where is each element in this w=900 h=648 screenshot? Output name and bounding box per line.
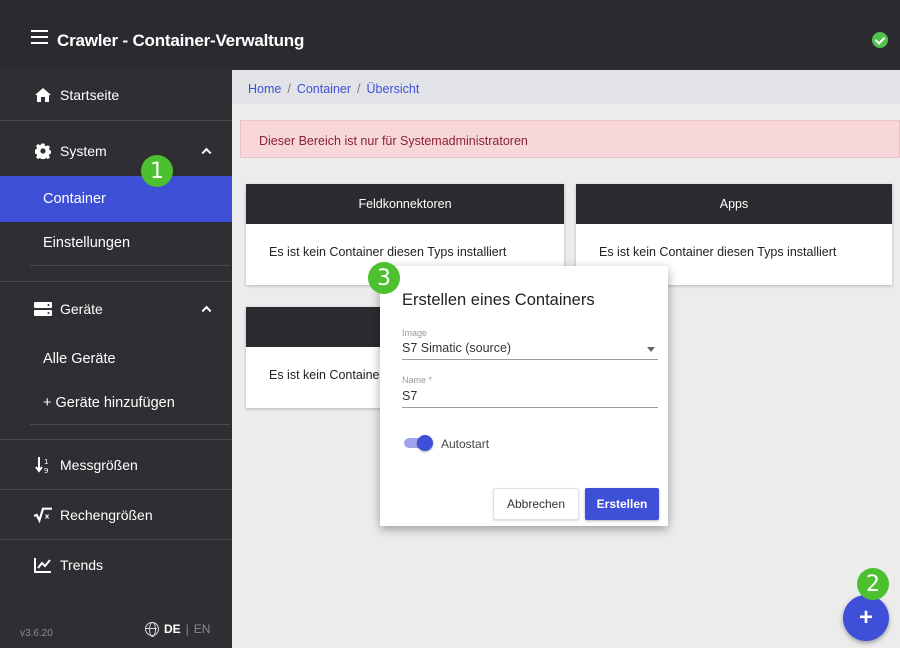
server-icon (34, 300, 52, 318)
square-root-icon: x (34, 506, 52, 524)
autostart-label: Autostart (441, 437, 490, 451)
card-title: Apps (576, 184, 892, 224)
sidebar-item-alle-geraete[interactable]: Alle Geräte (0, 338, 232, 380)
dialog-title: Erstellen eines Containers (402, 291, 595, 309)
card-body: Es ist kein Container diesen Typs instal… (599, 245, 837, 259)
lang-separator: | (185, 622, 189, 636)
image-field-underline (402, 359, 658, 360)
sidebar-item-label: Startseite (60, 87, 120, 103)
sidebar-item-label: Container (43, 191, 106, 207)
sidebar-item-trends[interactable]: Trends (0, 540, 232, 590)
annotation-marker-2: 2 (857, 568, 889, 600)
sidebar-item-label: Geräte (60, 301, 103, 317)
admin-alert: Dieser Bereich ist nur für Systemadminis… (240, 120, 900, 158)
name-input[interactable]: S7 (402, 389, 417, 403)
svg-text:9: 9 (44, 467, 48, 474)
sidebar-divider (30, 424, 230, 425)
gear-icon (34, 142, 52, 160)
chevron-up-icon[interactable] (201, 147, 212, 158)
app-bar: Crawler - Container-Verwaltung (0, 0, 900, 70)
chart-line-icon (34, 556, 52, 574)
svg-text:1: 1 (44, 458, 48, 466)
sidebar-item-container[interactable]: Container (0, 176, 232, 222)
sidebar-item-startseite[interactable]: Startseite (0, 70, 232, 120)
breadcrumb: Home / Container / Übersicht (232, 70, 900, 104)
sort-numeric-icon: 19 (34, 456, 52, 474)
cancel-button[interactable]: Abbrechen (493, 488, 579, 520)
sidebar-item-geraete[interactable]: Geräte (0, 283, 232, 335)
create-container-dialog: Erstellen eines Containers Image S7 Sima… (380, 266, 668, 526)
breadcrumb-current[interactable]: Übersicht (367, 82, 420, 96)
sidebar-divider (0, 120, 232, 121)
name-field-label: Name * (402, 375, 433, 385)
annotation-marker-3: 3 (368, 262, 400, 294)
breadcrumb-separator: / (287, 82, 291, 96)
sidebar-divider (30, 265, 230, 266)
breadcrumb-container[interactable]: Container (297, 82, 351, 96)
annotation-marker-1: 1 (141, 155, 173, 187)
create-button[interactable]: Erstellen (585, 488, 659, 520)
check-circle-icon (872, 32, 888, 48)
sidebar-item-label: Rechengrößen (60, 506, 153, 523)
sidebar-item-label: + Geräte hinzufügen (43, 395, 175, 411)
card-body: Es ist kein Container diesen Typs instal… (269, 245, 507, 259)
add-container-fab[interactable]: + (843, 595, 889, 641)
sidebar-item-messgroessen[interactable]: 19 Messgrößen (0, 440, 232, 489)
sidebar-item-rechengroessen[interactable]: x Rechengrößen (0, 490, 232, 539)
lang-en[interactable]: EN (194, 622, 211, 636)
hamburger-menu-icon[interactable] (31, 30, 48, 44)
sidebar-item-label: System (60, 143, 107, 159)
name-field-underline (402, 407, 658, 408)
chevron-up-icon[interactable] (201, 305, 212, 316)
sidebar-item-label: Messgrößen (60, 456, 138, 473)
svg-text:x: x (45, 511, 50, 520)
dropdown-arrow-icon[interactable] (647, 347, 655, 352)
breadcrumb-home[interactable]: Home (248, 82, 281, 96)
toggle-knob (417, 435, 433, 451)
sidebar-divider (0, 281, 232, 282)
sidebar-item-label: Alle Geräte (43, 351, 116, 367)
card-title: Feldkonnektoren (246, 184, 564, 224)
globe-icon (145, 622, 159, 637)
sidebar-item-einstellungen[interactable]: Einstellungen (0, 222, 232, 264)
image-select[interactable]: S7 Simatic (source) (402, 341, 511, 355)
sidebar-item-geraete-hinzufuegen[interactable]: + Geräte hinzufügen (0, 382, 232, 424)
image-field-label: Image (402, 328, 428, 338)
breadcrumb-separator: / (357, 82, 361, 96)
app-title: Crawler - Container-Verwaltung (57, 31, 305, 50)
lang-de[interactable]: DE (164, 622, 181, 636)
sidebar-item-system[interactable]: System (0, 126, 232, 176)
sidebar-item-label: Einstellungen (43, 235, 131, 251)
home-icon (34, 86, 52, 104)
sidebar-item-label: Trends (60, 557, 104, 573)
version-label: v3.6.20 (20, 628, 53, 639)
language-switcher[interactable]: DE | EN (145, 622, 211, 637)
autostart-toggle[interactable] (402, 435, 434, 451)
